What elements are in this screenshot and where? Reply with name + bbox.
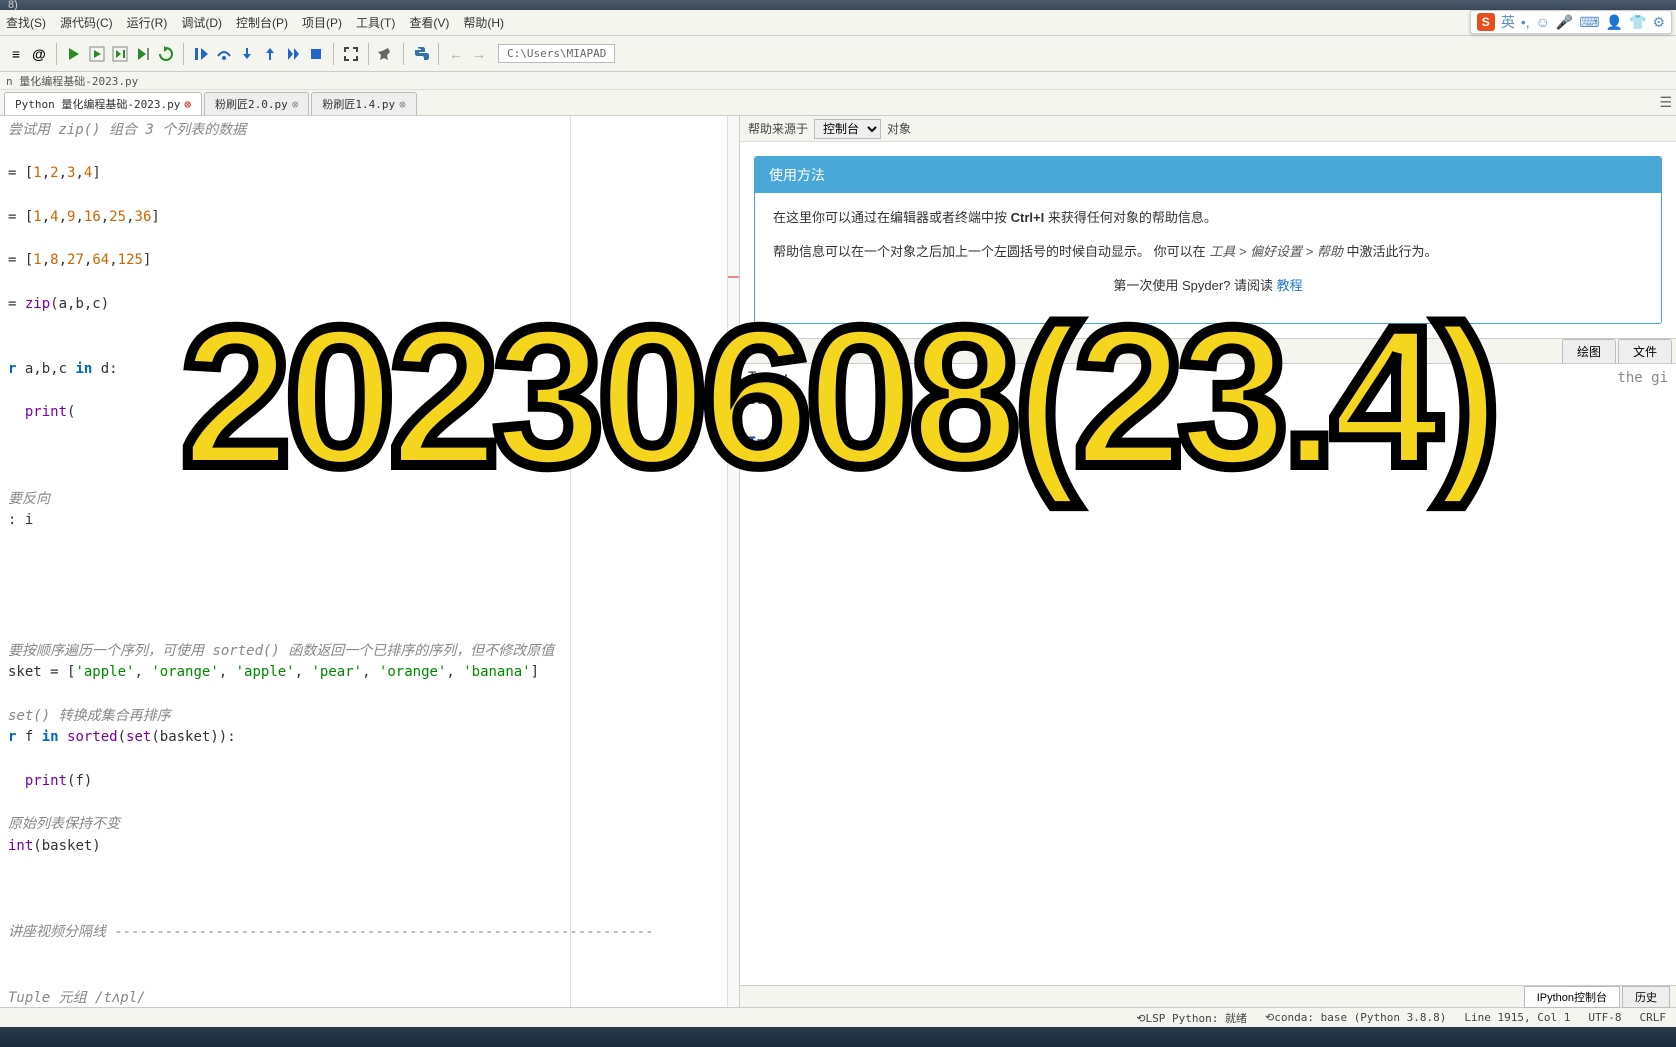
rerun-icon[interactable] <box>156 44 176 64</box>
help-card-body: 在这里你可以通过在编辑器或者终端中按 Ctrl+I 来获得任何对象的帮助信息。 … <box>755 193 1661 323</box>
status-lsp[interactable]: ⟲LSP Python: 就绪 <box>1136 1010 1247 1026</box>
separator <box>56 43 57 65</box>
ime-skin-icon[interactable]: 👕 <box>1629 14 1646 31</box>
main-split: 尝试用 zip() 组合 3 个列表的数据 = [1,2,3,4] = [1,4… <box>0 116 1676 1007</box>
help-tutorial-line: 第一次使用 Spyder? 请阅读 教程 <box>773 275 1643 297</box>
right-pane: 帮助来源于 控制台 对象 使用方法 在这里你可以通过在编辑器或者终端中按 Ctr… <box>740 116 1676 1007</box>
settings-icon[interactable] <box>376 44 396 64</box>
ime-keyboard-icon[interactable]: ⌨ <box>1579 14 1599 31</box>
statusbar: ⟲LSP Python: 就绪 ⟲conda: base (Python 3.8… <box>0 1007 1676 1027</box>
menu-console[interactable]: 控制台(P) <box>236 14 288 31</box>
breadcrumb: n 量化编程基础-2023.py <box>0 72 1676 90</box>
ime-punct-icon[interactable]: •, <box>1521 14 1530 30</box>
tab-label: 粉刷匠1.4.py <box>322 96 395 112</box>
debug-stepout-icon[interactable] <box>260 44 280 64</box>
help-header: 帮助来源于 控制台 对象 <box>740 116 1676 142</box>
toolbar: ≡ @ ← → C:\Users\MIAPAD <box>0 36 1676 72</box>
menu-tools[interactable]: 工具(T) <box>356 14 395 31</box>
debug-continue-icon[interactable] <box>283 44 303 64</box>
run-selection-icon[interactable] <box>133 44 153 64</box>
tab-main[interactable]: Python 量化编程基础-2023.py ⊗ <box>4 92 202 115</box>
help-card: 使用方法 在这里你可以通过在编辑器或者终端中按 Ctrl+I 来获得任何对象的帮… <box>754 156 1662 324</box>
help-paragraph-1: 在这里你可以通过在编辑器或者终端中按 Ctrl+I 来获得任何对象的帮助信息。 <box>773 207 1643 229</box>
status-encoding[interactable]: UTF-8 <box>1588 1011 1621 1024</box>
ime-emoji-icon[interactable]: ☺ <box>1536 14 1550 30</box>
separator <box>438 43 439 65</box>
menu-view[interactable]: 查看(V) <box>409 14 449 31</box>
console-tabs: IPython控制台 历史 <box>740 985 1676 1007</box>
ipython-console[interactable]: Type: the gi Subclasses: In [4]: <box>740 364 1676 985</box>
ime-lang[interactable]: 英 <box>1501 12 1515 32</box>
console-type-label: Type: <box>748 370 790 386</box>
help-tabs: 绘图 文件 <box>740 338 1676 364</box>
help-object-label: 对象 <box>887 120 911 137</box>
tab-plot[interactable]: 绘图 <box>1562 339 1616 363</box>
outline-icon[interactable]: ≡ <box>6 44 26 64</box>
editor-tabbar: Python 量化编程基础-2023.py ⊗ 粉刷匠2.0.py ⊗ 粉刷匠1… <box>0 90 1676 116</box>
tab-files[interactable]: 文件 <box>1618 339 1672 363</box>
run-cell-icon[interactable] <box>87 44 107 64</box>
console-subclasses: Subclasses: <box>748 390 1668 412</box>
console-prompt: In [4]: <box>748 433 1668 455</box>
at-icon[interactable]: @ <box>29 44 49 64</box>
status-conda[interactable]: ⟲conda: base (Python 3.8.8) <box>1265 1011 1446 1024</box>
separator <box>368 43 369 65</box>
help-source-dropdown[interactable]: 控制台 <box>814 119 881 139</box>
console-text-partial: the gi <box>1617 368 1668 390</box>
separator <box>333 43 334 65</box>
tab-ipython[interactable]: IPython控制台 <box>1524 986 1620 1008</box>
menu-source[interactable]: 源代码(C) <box>60 14 113 31</box>
code-editor[interactable]: 尝试用 zip() 组合 3 个列表的数据 = [1,2,3,4] = [1,4… <box>0 116 740 1007</box>
status-position: Line 1915, Col 1 <box>1464 1011 1570 1024</box>
tab-close-icon[interactable]: ⊗ <box>184 98 191 111</box>
help-paragraph-2: 帮助信息可以在一个对象之后加上一个左圆括号的时候自动显示。 你可以在 工具 > … <box>773 241 1643 263</box>
fullscreen-icon[interactable] <box>341 44 361 64</box>
tab-history[interactable]: 历史 <box>1622 986 1670 1008</box>
tab-label: Python 量化编程基础-2023.py <box>15 96 180 112</box>
working-dir[interactable]: C:\Users\MIAPAD <box>498 44 615 63</box>
ime-settings-icon[interactable]: ⚙ <box>1652 14 1665 31</box>
ime-user-icon[interactable]: 👤 <box>1606 14 1623 31</box>
menu-project[interactable]: 项目(P) <box>302 14 342 31</box>
menu-find[interactable]: 查找(S) <box>6 14 46 31</box>
debug-stop-icon[interactable] <box>306 44 326 64</box>
python-icon[interactable] <box>411 44 431 64</box>
run-icon[interactable] <box>64 44 84 64</box>
tab-close-icon[interactable]: ⊗ <box>399 98 406 111</box>
tab-fensuajiang1[interactable]: 粉刷匠1.4.py ⊗ <box>311 92 416 115</box>
title-suffix: 8) <box>8 0 18 11</box>
titlebar: 8) <box>0 0 1676 10</box>
run-cell-advance-icon[interactable] <box>110 44 130 64</box>
menu-run[interactable]: 运行(R) <box>127 14 168 31</box>
ime-voice-icon[interactable]: 🎤 <box>1556 14 1573 31</box>
nav-back-icon[interactable]: ← <box>446 44 466 64</box>
menubar: 查找(S) 源代码(C) 运行(R) 调试(D) 控制台(P) 项目(P) 工具… <box>0 10 1676 36</box>
debug-stepover-icon[interactable] <box>214 44 234 64</box>
tab-fensuajiang2[interactable]: 粉刷匠2.0.py ⊗ <box>204 92 309 115</box>
tab-close-icon[interactable]: ⊗ <box>292 98 299 111</box>
debug-step-icon[interactable] <box>191 44 211 64</box>
separator <box>183 43 184 65</box>
sogou-logo-icon[interactable]: S <box>1477 13 1495 31</box>
menu-help[interactable]: 帮助(H) <box>463 14 504 31</box>
debug-stepin-icon[interactable] <box>237 44 257 64</box>
nav-forward-icon[interactable]: → <box>469 44 489 64</box>
status-eol[interactable]: CRLF <box>1640 1011 1667 1024</box>
help-source-label: 帮助来源于 <box>748 120 808 137</box>
ime-toolbar[interactable]: S 英 •, ☺ 🎤 ⌨ 👤 👕 ⚙ <box>1470 10 1672 34</box>
help-body: 使用方法 在这里你可以通过在编辑器或者终端中按 Ctrl+I 来获得任何对象的帮… <box>740 142 1676 338</box>
tutorial-link[interactable]: 教程 <box>1277 278 1303 293</box>
tab-menu-icon[interactable]: ☰ <box>1659 94 1672 111</box>
taskbar[interactable] <box>0 1027 1676 1047</box>
separator <box>403 43 404 65</box>
menu-debug[interactable]: 调试(D) <box>181 14 222 31</box>
editor-scrollmap[interactable] <box>727 116 739 1007</box>
help-card-title: 使用方法 <box>755 157 1661 193</box>
editor-guide <box>570 116 571 1007</box>
tab-label: 粉刷匠2.0.py <box>215 96 288 112</box>
